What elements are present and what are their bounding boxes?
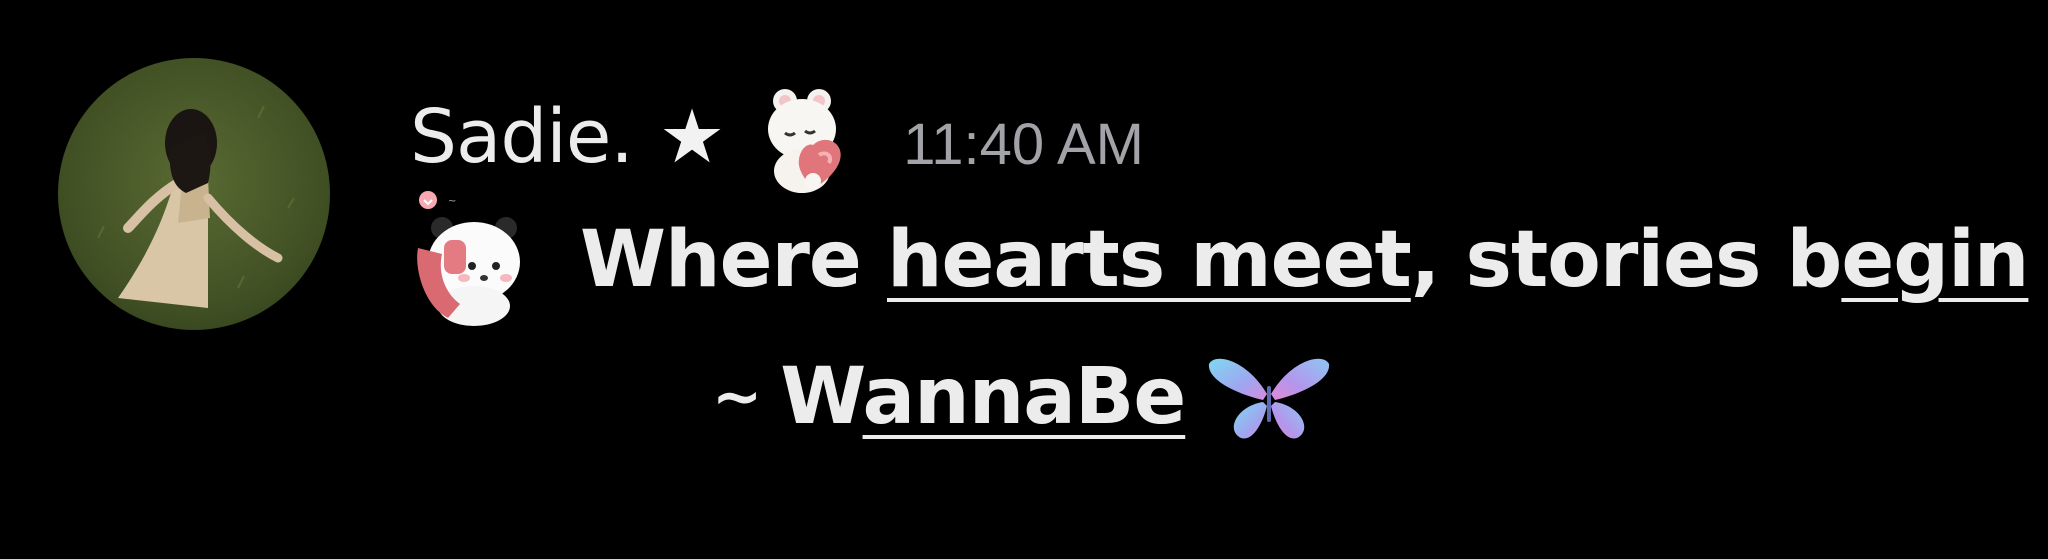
avatar[interactable]	[58, 58, 330, 330]
message-line-1: ~ Where hearts meet, stories begin	[414, 188, 2029, 326]
bear-hugging-heart-icon	[768, 89, 841, 193]
message-text: Where hearts meet, stories begin	[580, 215, 2029, 305]
chat-message: Sadie. ★ 11:40 AM ~ Where hearts meet, s…	[0, 0, 2048, 559]
star-icon: ★	[658, 94, 726, 180]
svg-text:~: ~	[448, 196, 456, 207]
signature-underlined: annaBe	[862, 352, 1187, 442]
butterfly-icon	[1209, 358, 1330, 439]
signature-text: WannaBe	[780, 352, 1187, 442]
message-header: Sadie. ★ 11:40 AM	[410, 89, 1145, 193]
message-text-underlined: egin	[1841, 215, 2029, 305]
message-text-part: , stories b	[1410, 215, 1843, 305]
message-text-underlined: hearts meet	[887, 215, 1412, 305]
message-text-part: Where	[580, 215, 887, 305]
signature-part: W	[780, 352, 863, 442]
message-line-2: ~ WannaBe	[712, 350, 1331, 444]
avatar-image	[58, 58, 330, 330]
timestamp: 11:40 AM	[903, 111, 1145, 177]
signature-tilde: ~	[712, 362, 763, 432]
username[interactable]: Sadie.	[410, 94, 634, 180]
panda-on-phone-icon: ~	[417, 191, 520, 326]
